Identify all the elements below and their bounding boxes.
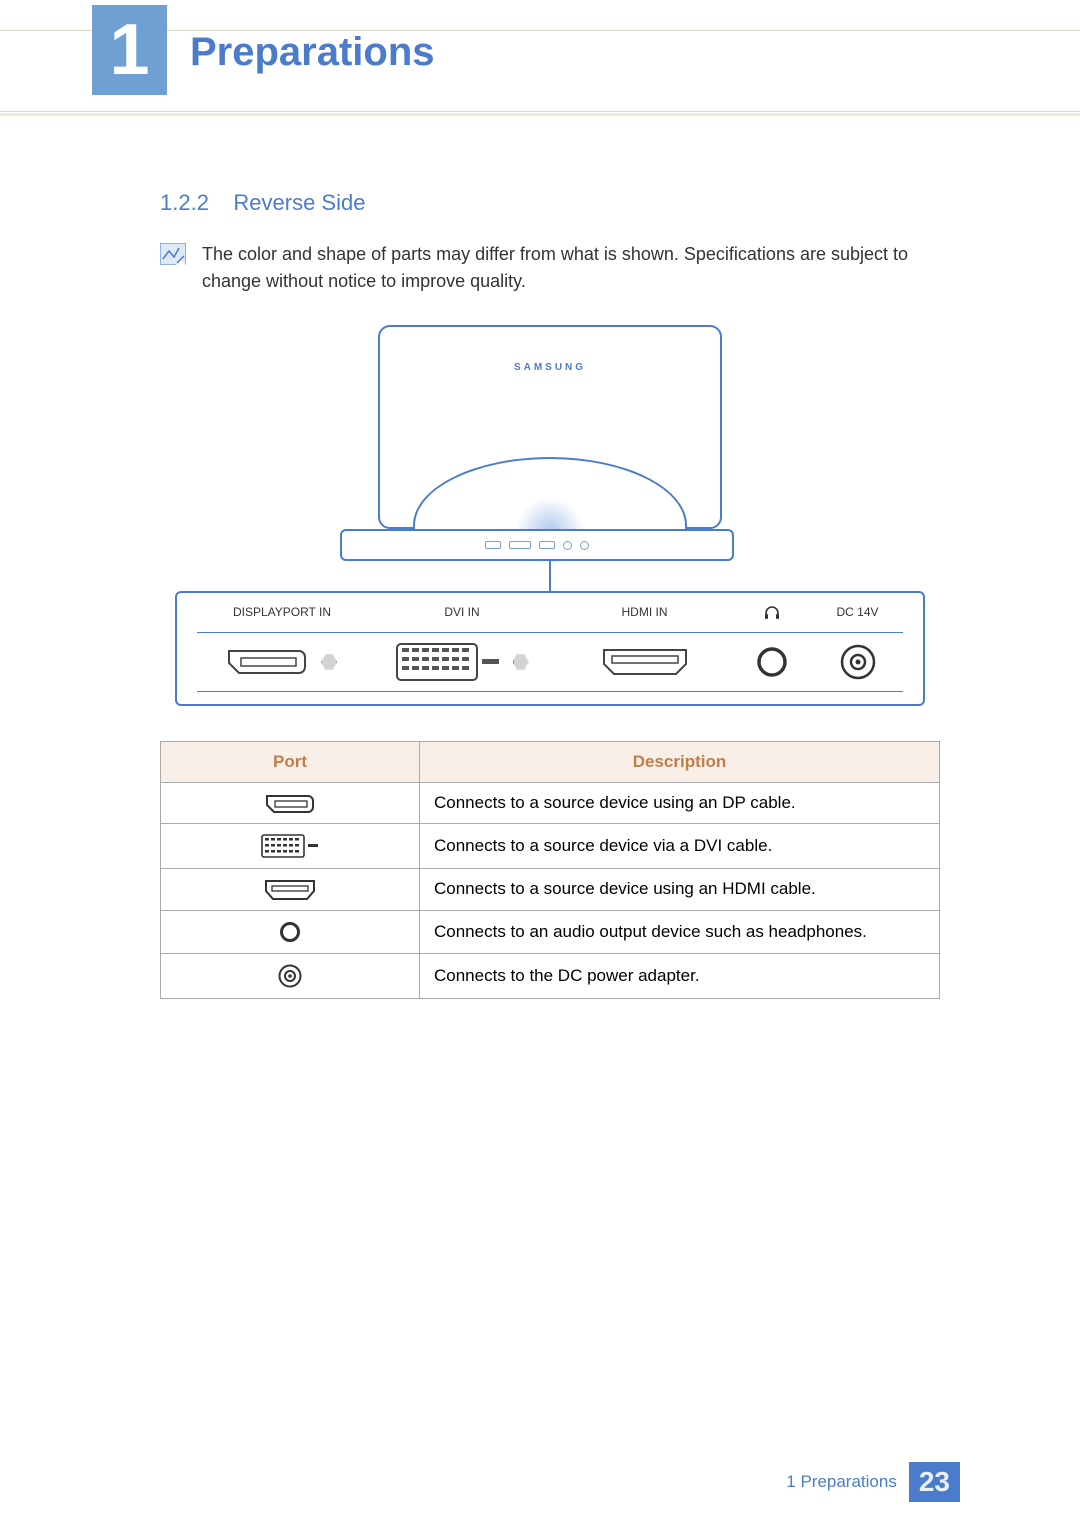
dvi-icon bbox=[396, 643, 501, 681]
note-row: The color and shape of parts may differ … bbox=[160, 241, 940, 295]
port-cell-dvi-icon bbox=[161, 824, 420, 869]
section-title: Reverse Side bbox=[233, 190, 365, 215]
port-desc: Connects to a source device using an DP … bbox=[420, 783, 940, 824]
table-row: Connects to an audio output device such … bbox=[161, 910, 940, 953]
port-label-dvi: DVI IN bbox=[367, 605, 557, 624]
chapter-tab: 1 bbox=[92, 5, 167, 95]
note-text: The color and shape of parts may differ … bbox=[202, 241, 940, 295]
chapter-number: 1 bbox=[109, 14, 149, 86]
port-cell-hdmi-icon bbox=[161, 869, 420, 911]
page-number: 23 bbox=[909, 1462, 960, 1502]
port-desc: Connects to a source device using an HDM… bbox=[420, 869, 940, 911]
port-cell-dp-icon bbox=[161, 783, 420, 824]
port-cell-dc-icon bbox=[161, 953, 420, 998]
table-header-port: Port bbox=[161, 742, 420, 783]
footer: 1 Preparations 23 bbox=[786, 1462, 960, 1502]
screw-icon bbox=[321, 654, 337, 670]
port-label-hdmi: HDMI IN bbox=[557, 605, 732, 624]
monitor-base bbox=[340, 529, 734, 561]
displayport-icon bbox=[227, 649, 307, 675]
note-icon bbox=[160, 243, 184, 267]
port-label-dc: DC 14V bbox=[812, 605, 903, 624]
port-panel: DISPLAYPORT IN DVI IN HDMI IN DC 14V bbox=[175, 591, 925, 706]
headphone-icon bbox=[732, 605, 812, 624]
chapter-title: Preparations bbox=[190, 30, 435, 74]
dc-jack-icon bbox=[840, 644, 876, 680]
table-row: Connects to a source device using an HDM… bbox=[161, 869, 940, 911]
hdmi-icon bbox=[602, 648, 688, 676]
brand-label: SAMSUNG bbox=[380, 362, 720, 373]
screw-icon bbox=[513, 654, 529, 670]
table-header-description: Description bbox=[420, 742, 940, 783]
port-desc: Connects to an audio output device such … bbox=[420, 910, 940, 953]
port-desc: Connects to a source device via a DVI ca… bbox=[420, 824, 940, 869]
audio-jack-icon bbox=[756, 646, 788, 678]
section-number: 1.2.2 bbox=[160, 190, 209, 215]
table-row: Connects to the DC power adapter. bbox=[161, 953, 940, 998]
reverse-side-diagram: SAMSUNG DISPLAYPORT IN DVI IN HDMI bbox=[160, 325, 940, 706]
footer-label: 1 Preparations bbox=[786, 1472, 897, 1492]
table-row: Connects to a source device using an DP … bbox=[161, 783, 940, 824]
port-label-displayport: DISPLAYPORT IN bbox=[197, 605, 367, 624]
port-cell-audio-icon bbox=[161, 910, 420, 953]
table-row: Connects to a source device via a DVI ca… bbox=[161, 824, 940, 869]
section-heading: 1.2.2 Reverse Side bbox=[160, 190, 940, 216]
port-desc: Connects to the DC power adapter. bbox=[420, 953, 940, 998]
ports-table: Port Description Connects to a source de… bbox=[160, 741, 940, 999]
